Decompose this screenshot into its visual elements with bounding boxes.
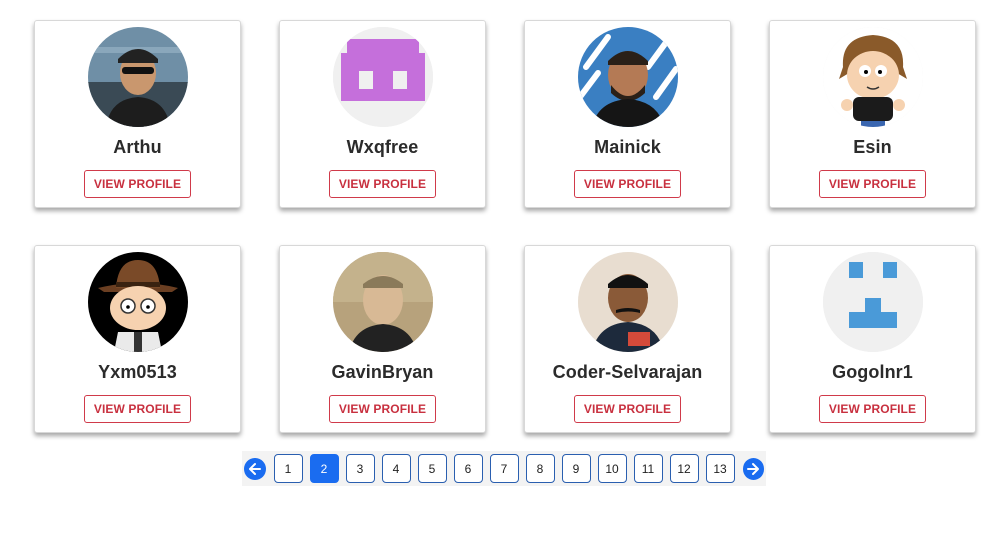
arrow-left-icon[interactable]: [244, 457, 266, 480]
profile-name: Wxqfree: [346, 137, 419, 157]
profile-card: Mainick VIEW PROFILE: [524, 20, 731, 208]
page-button[interactable]: 13: [705, 454, 735, 483]
avatar: [332, 27, 433, 127]
page-button[interactable]: 11: [633, 454, 663, 483]
page-button[interactable]: 8: [525, 454, 555, 483]
profile-card: Esin VIEW PROFILE: [769, 20, 976, 208]
avatar: [822, 27, 923, 127]
page-button[interactable]: 12: [669, 454, 699, 483]
page-button[interactable]: 6: [453, 454, 483, 483]
view-profile-button[interactable]: VIEW PROFILE: [573, 395, 682, 423]
page-list: 1 2 3 4 5 6 7 8 9 10 11 12 13: [273, 454, 735, 483]
profile-name: Yxm0513: [98, 362, 177, 382]
profile-name: Gogolnr1: [832, 362, 913, 382]
profile-card: GavinBryan VIEW PROFILE: [279, 245, 486, 433]
view-profile-button[interactable]: VIEW PROFILE: [818, 395, 927, 423]
pagination: 1 2 3 4 5 6 7 8 9 10 11 12 13: [242, 451, 766, 486]
profile-grid: Arthu VIEW PROFILE Wxqfree VIEW PROFILE: [34, 20, 976, 433]
profile-name: GavinBryan: [331, 362, 434, 382]
profile-name: Mainick: [594, 137, 661, 157]
page-button[interactable]: 7: [489, 454, 519, 483]
view-profile-button[interactable]: VIEW PROFILE: [83, 170, 192, 198]
page-button-current[interactable]: 2: [309, 454, 339, 483]
avatar: [822, 252, 923, 352]
profile-card: Gogolnr1 VIEW PROFILE: [769, 245, 976, 433]
avatar: [332, 252, 433, 352]
page-button[interactable]: 3: [345, 454, 375, 483]
profile-card: Arthu VIEW PROFILE: [34, 20, 241, 208]
view-profile-button[interactable]: VIEW PROFILE: [573, 170, 682, 198]
profile-card: Yxm0513 VIEW PROFILE: [34, 245, 241, 433]
view-profile-button[interactable]: VIEW PROFILE: [83, 395, 192, 423]
profile-name: Esin: [853, 137, 892, 157]
view-profile-button[interactable]: VIEW PROFILE: [818, 170, 927, 198]
avatar: [87, 252, 188, 352]
page-button[interactable]: 4: [381, 454, 411, 483]
page-button[interactable]: 1: [273, 454, 303, 483]
profile-card: Coder-Selvarajan VIEW PROFILE: [524, 245, 731, 433]
page-button[interactable]: 10: [597, 454, 627, 483]
avatar: [87, 27, 188, 127]
profile-card: Wxqfree VIEW PROFILE: [279, 20, 486, 208]
view-profile-button[interactable]: VIEW PROFILE: [328, 170, 437, 198]
profile-name: Coder-Selvarajan: [552, 362, 703, 382]
view-profile-button[interactable]: VIEW PROFILE: [328, 395, 437, 423]
page-button[interactable]: 9: [561, 454, 591, 483]
arrow-right-icon[interactable]: [742, 457, 764, 480]
avatar: [577, 27, 678, 127]
avatar: [577, 252, 678, 352]
page-button[interactable]: 5: [417, 454, 447, 483]
profile-name: Arthu: [113, 137, 162, 157]
